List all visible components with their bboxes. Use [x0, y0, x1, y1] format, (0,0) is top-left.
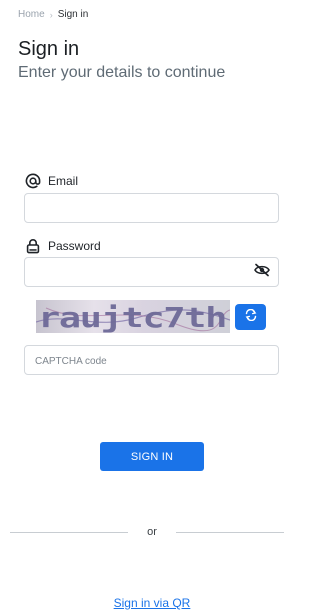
- captcha-refresh-button[interactable]: [235, 304, 266, 330]
- breadcrumb-current: Sign in: [57, 9, 89, 20]
- captcha-text: raujtc7th: [38, 301, 226, 333]
- lock-icon: [25, 238, 41, 254]
- password-field[interactable]: [24, 257, 279, 287]
- email-label: Email: [48, 174, 79, 188]
- captcha-image: raujtc7th: [36, 300, 230, 333]
- eye-slash-icon[interactable]: [253, 263, 271, 277]
- page-title: Sign in: [18, 38, 80, 60]
- page-subtitle: Enter your details to continue: [18, 64, 226, 81]
- password-label-row: Password: [25, 238, 101, 254]
- divider-line-left: [10, 532, 128, 533]
- breadcrumb: Home › Sign in: [18, 9, 88, 20]
- breadcrumb-home[interactable]: Home: [18, 9, 45, 20]
- email-label-row: Email: [25, 173, 78, 189]
- sign-in-via-qr-link[interactable]: Sign in via QR: [0, 596, 304, 610]
- captcha-input[interactable]: [24, 345, 279, 375]
- password-label: Password: [48, 239, 101, 253]
- sign-in-button[interactable]: SIGN IN: [100, 442, 204, 471]
- refresh-icon: [244, 308, 258, 326]
- breadcrumb-separator: ›: [49, 9, 53, 20]
- at-icon: [25, 173, 41, 189]
- divider-or: or: [147, 526, 157, 538]
- divider-line-right: [176, 532, 284, 533]
- email-field[interactable]: [24, 193, 279, 223]
